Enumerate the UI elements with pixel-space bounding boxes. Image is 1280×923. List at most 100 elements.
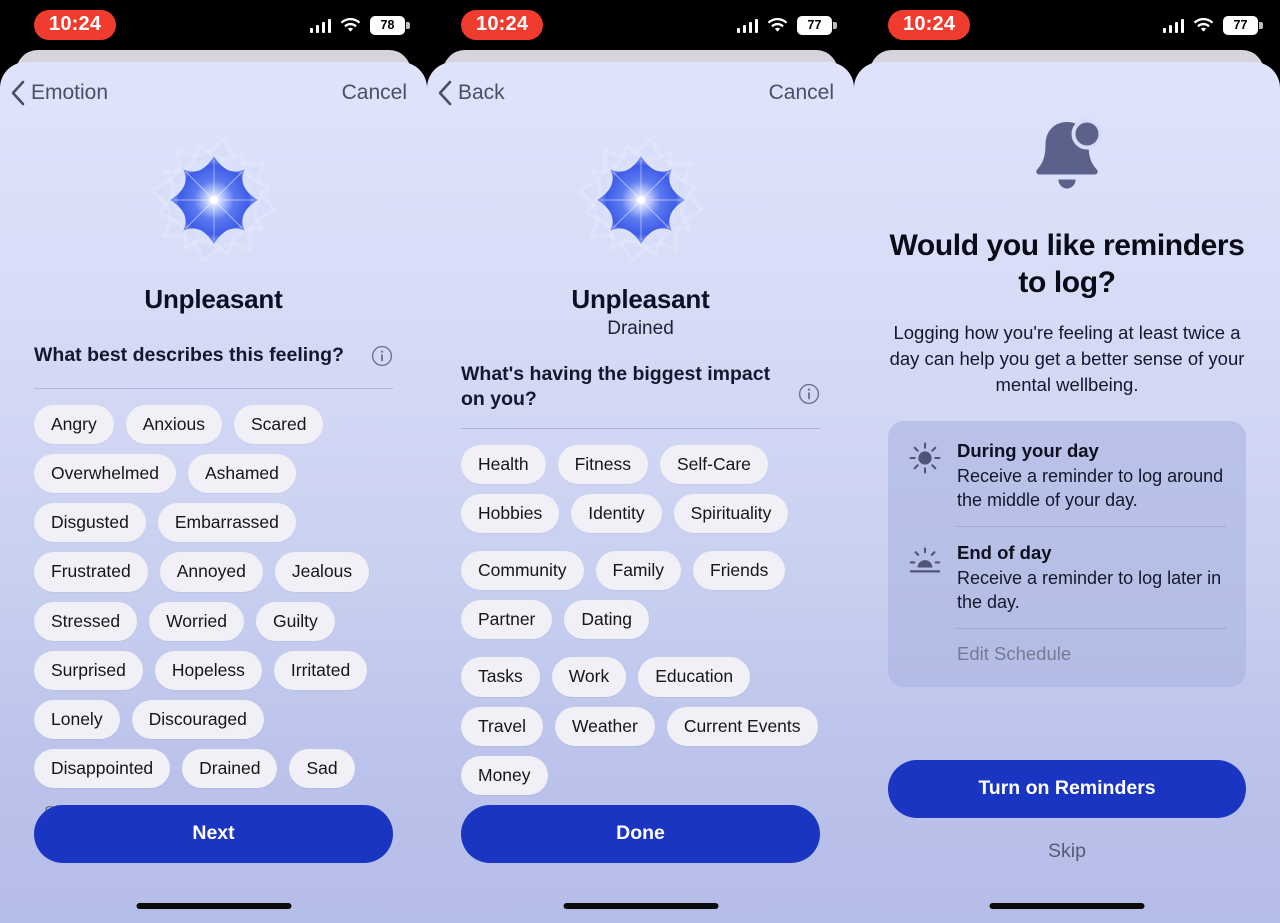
chip-hopeless[interactable]: Hopeless	[154, 650, 262, 690]
chip-partner[interactable]: Partner	[461, 600, 553, 640]
emotion-chip-list: Angry Anxious Scared Overwhelmed Ashamed Disg…	[34, 405, 393, 788]
chip-money[interactable]: Money	[461, 755, 548, 795]
status-indicators: 77	[736, 15, 837, 35]
chip-frustrated[interactable]: Frustrated	[34, 552, 148, 592]
back-button[interactable]: Back	[437, 80, 505, 106]
chip-jealous[interactable]: Jealous	[274, 552, 370, 592]
home-indicator	[136, 903, 291, 909]
cancel-button[interactable]: Cancel	[769, 81, 834, 105]
navigation-bar: Back Cancel	[427, 62, 854, 124]
reminder-text-end-of-day: End of day Receive a reminder to log lat…	[957, 541, 1226, 614]
chip-scared[interactable]: Scared	[233, 405, 324, 445]
chip-tasks[interactable]: Tasks	[461, 657, 540, 697]
page-description: Logging how you're feeling at least twic…	[889, 321, 1245, 395]
mood-illustration-wrap	[427, 130, 854, 270]
impact-chip-group-1: Health Fitness Self-Care Hobbies Identity Spi…	[461, 444, 820, 534]
primary-button[interactable]: Done	[461, 805, 820, 863]
chip-irritated[interactable]: Irritated	[273, 650, 368, 690]
chip-guilty[interactable]: Guilty	[256, 601, 335, 641]
status-time: 10:24	[34, 10, 117, 40]
cellular-signal-icon	[309, 18, 331, 33]
cellular-signal-icon	[1162, 18, 1184, 33]
page-title: Would you like reminders to log?	[889, 229, 1245, 299]
chip-lonely[interactable]: Lonely	[34, 699, 120, 739]
chip-dating[interactable]: Dating	[564, 600, 649, 640]
chip-self-care[interactable]: Self-Care	[660, 444, 768, 485]
chip-hobbies[interactable]: Hobbies	[461, 494, 560, 534]
bell-icon	[1036, 118, 1103, 189]
wifi-icon	[767, 17, 788, 33]
mood-title: Unpleasant	[571, 284, 710, 314]
wifi-icon	[1193, 17, 1214, 33]
question-text: What's having the biggest impact on you?	[461, 363, 771, 410]
phone-screen-impact-picker: 10:24 77 Back Cancel Unpleasant Drained …	[427, 0, 854, 923]
chip-ashamed[interactable]: Ashamed	[187, 454, 296, 494]
cancel-button[interactable]: Cancel	[342, 81, 407, 105]
sun-icon	[908, 441, 942, 480]
status-time: 10:24	[461, 10, 544, 40]
question-divider	[34, 388, 393, 389]
battery-level: 77	[807, 18, 822, 32]
chip-overwhelmed[interactable]: Overwhelmed	[34, 454, 176, 494]
chip-angry[interactable]: Angry	[34, 405, 114, 445]
reminder-item-during-day: During your day Receive a reminder to lo…	[908, 439, 1226, 512]
chip-stressed[interactable]: Stressed	[34, 601, 138, 641]
chip-discouraged[interactable]: Discouraged	[131, 699, 264, 739]
mood-flower-icon	[151, 137, 276, 263]
status-bar: 10:24 77	[427, 0, 854, 50]
mood-title: Unpleasant	[144, 284, 283, 314]
battery-level: 77	[1233, 18, 1248, 32]
navigation-bar: Emotion Cancel	[0, 62, 427, 124]
home-indicator	[989, 903, 1145, 909]
chip-fitness[interactable]: Fitness	[557, 444, 648, 485]
chip-disgusted[interactable]: Disgusted	[34, 503, 146, 543]
status-indicators: 78	[309, 15, 410, 35]
phone-screen-reminders-prompt: 10:24 77 Would you like reminders to log…	[854, 0, 1280, 923]
chevron-left-icon	[11, 80, 25, 106]
reminder-description: Receive a reminder to log around the mid…	[957, 465, 1224, 510]
question-section: What best describes this feeling?	[34, 315, 393, 389]
chip-sad[interactable]: Sad	[289, 748, 355, 788]
chip-health[interactable]: Health	[461, 444, 546, 485]
battery-level: 78	[380, 18, 395, 32]
impact-chip-group-3: Tasks Work Education Travel Weather Current E…	[461, 657, 820, 795]
screenshot-triptych: 10:24 78 Emotion Cancel Unpleasant What …	[0, 0, 1280, 923]
chip-anxious[interactable]: Anxious	[125, 405, 222, 445]
impact-chip-group-2: Community Family Friends Partner Dating	[461, 551, 820, 640]
mood-subtitle: Drained	[607, 318, 674, 339]
chip-education[interactable]: Education	[638, 657, 751, 697]
chip-current-events[interactable]: Current Events	[666, 706, 818, 746]
chip-embarrassed[interactable]: Embarrassed	[157, 503, 296, 543]
chip-community[interactable]: Community	[461, 551, 584, 591]
chip-drained[interactable]: Drained	[182, 748, 278, 788]
chip-travel[interactable]: Travel	[461, 706, 543, 746]
edit-schedule-button[interactable]: Edit Schedule	[908, 643, 1226, 681]
chip-friends[interactable]: Friends	[693, 551, 786, 591]
back-button[interactable]: Emotion	[10, 80, 108, 106]
primary-button[interactable]: Turn on Reminders	[888, 760, 1246, 818]
status-bar: 10:24 77	[854, 0, 1280, 50]
chip-worried[interactable]: Worried	[149, 601, 245, 641]
chip-work[interactable]: Work	[551, 657, 627, 697]
mood-illustration-wrap	[0, 130, 427, 270]
chip-surprised[interactable]: Surprised	[34, 650, 143, 690]
reminder-text-during-day: During your day Receive a reminder to lo…	[957, 439, 1226, 512]
chip-annoyed[interactable]: Annoyed	[159, 552, 263, 592]
primary-button[interactable]: Next	[34, 805, 393, 863]
app-sheet: Back Cancel Unpleasant Drained What's ha…	[427, 62, 854, 923]
sunset-icon	[908, 543, 942, 582]
chip-family[interactable]: Family	[595, 551, 682, 591]
chip-identity[interactable]: Identity	[571, 494, 662, 534]
info-icon[interactable]	[371, 345, 393, 372]
skip-button[interactable]: Skip	[888, 840, 1246, 863]
mood-flower-icon	[578, 137, 703, 263]
chip-weather[interactable]: Weather	[554, 706, 655, 746]
wifi-icon	[340, 17, 361, 33]
chip-disappointed[interactable]: Disappointed	[34, 748, 171, 788]
info-icon[interactable]	[798, 383, 820, 410]
cta-area: Done	[461, 805, 820, 863]
reminder-divider	[957, 628, 1226, 630]
chip-spirituality[interactable]: Spirituality	[673, 494, 789, 534]
status-bar: 10:24 78	[0, 0, 427, 50]
question-divider	[461, 427, 820, 429]
